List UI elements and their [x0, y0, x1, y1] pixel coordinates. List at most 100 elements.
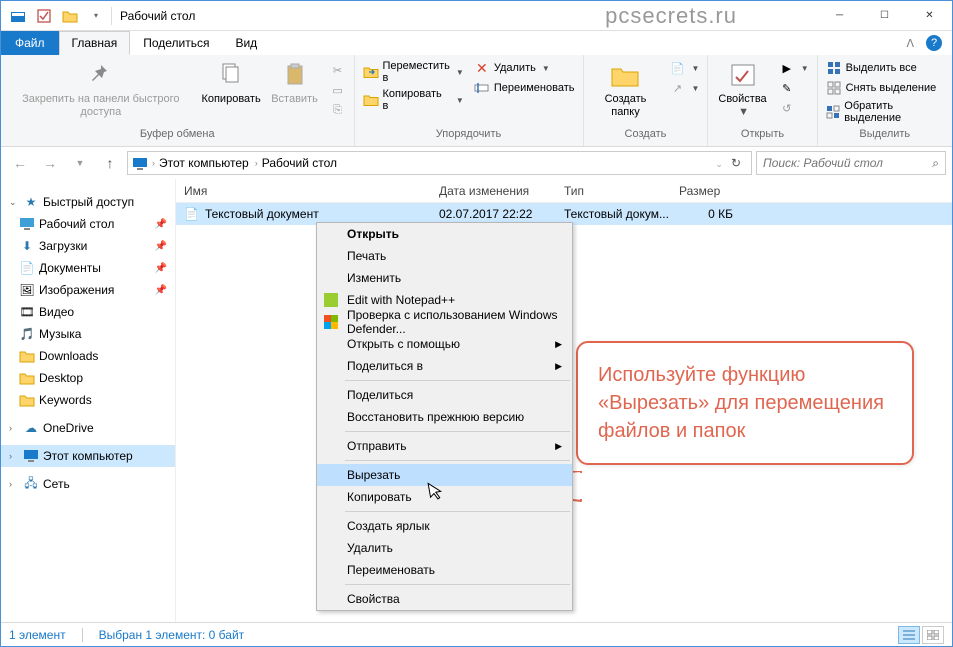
col-type[interactable]: Тип [556, 184, 671, 198]
file-type: Текстовый докум... [556, 207, 671, 221]
invert-selection-button[interactable]: Обратить выделение [824, 99, 946, 125]
nav-this-pc[interactable]: ›Этот компьютер [1, 445, 175, 467]
ctx-edit[interactable]: Изменить [317, 267, 572, 289]
pin-icon: 📌 [155, 263, 167, 274]
copy-path-small-button[interactable]: ▭ [328, 81, 348, 99]
callout-box: Используйте функцию «Вырезать» для перем… [576, 341, 914, 465]
edit-button[interactable]: ✎ [777, 79, 811, 97]
ctx-print[interactable]: Печать [317, 245, 572, 267]
notepadpp-icon [323, 292, 339, 308]
pin-icon: 📌 [155, 241, 167, 252]
group-open-label: Открыть [714, 128, 810, 144]
status-item-count: 1 элемент [9, 628, 66, 642]
easy-access-button[interactable]: ↗▼ [667, 79, 701, 97]
ctx-send-to[interactable]: Отправить▶ [317, 435, 572, 457]
ctx-share-with[interactable]: Поделиться в▶ [317, 355, 572, 377]
context-menu: Открыть Печать Изменить Edit with Notepa… [316, 222, 573, 611]
nav-quick-access[interactable]: ⌄★Быстрый доступ [1, 191, 175, 213]
qat-properties-icon[interactable] [33, 5, 55, 27]
up-button[interactable]: ↑ [97, 150, 123, 176]
group-select-label: Выделить [824, 128, 946, 144]
pin-to-quick-access-button[interactable]: Закрепить на панели быстрого доступа [7, 57, 195, 121]
nav-desktop-folder[interactable]: Desktop [1, 367, 175, 389]
delete-button[interactable]: ✕Удалить▼ [472, 59, 577, 77]
ctx-defender[interactable]: Проверка с использованием Windows Defend… [317, 311, 572, 333]
copy-button[interactable]: Копировать [201, 57, 262, 108]
ctx-restore[interactable]: Восстановить прежнюю версию [317, 406, 572, 428]
paste-button[interactable]: Вставить [268, 57, 322, 108]
close-button[interactable]: ✕ [907, 1, 952, 31]
ctx-properties[interactable]: Свойства [317, 588, 572, 610]
ctx-open[interactable]: Открыть [317, 223, 572, 245]
navigation-pane: ⌄★Быстрый доступ Рабочий стол📌 ⬇Загрузки… [1, 179, 176, 624]
ctx-open-with[interactable]: Открыть с помощью▶ [317, 333, 572, 355]
txt-file-icon: 📄 [184, 207, 199, 221]
maximize-button[interactable]: ☐ [862, 1, 907, 31]
copy-to-button[interactable]: Копировать в▼ [361, 87, 466, 113]
search-input[interactable] [763, 156, 932, 170]
file-date: 02.07.2017 22:22 [431, 207, 556, 221]
recent-locations-button[interactable]: ▼ [67, 150, 93, 176]
nav-desktop[interactable]: Рабочий стол📌 [1, 213, 175, 235]
column-headers[interactable]: Имя Дата изменения Тип Размер [176, 179, 952, 203]
tab-share[interactable]: Поделиться [130, 31, 222, 55]
select-none-button[interactable]: Снять выделение [824, 79, 946, 97]
new-item-button[interactable]: 📄▼ [667, 59, 701, 77]
nav-onedrive[interactable]: ›☁OneDrive [1, 417, 175, 439]
col-size[interactable]: Размер [671, 184, 751, 198]
refresh-button[interactable]: ⌄↻ [709, 156, 747, 170]
view-details-button[interactable] [898, 626, 920, 644]
open-button[interactable]: ▶▼ [777, 59, 811, 77]
pin-icon: 📌 [155, 219, 167, 230]
nav-music[interactable]: 🎵Музыка [1, 323, 175, 345]
watermark: pcsecrets.ru [605, 3, 737, 29]
tab-view[interactable]: Вид [222, 31, 270, 55]
nav-documents[interactable]: 📄Документы📌 [1, 257, 175, 279]
view-icons-button[interactable] [922, 626, 944, 644]
minimize-button[interactable]: ─ [817, 1, 862, 31]
nav-pictures[interactable]: 🖼Изображения📌 [1, 279, 175, 301]
window-title: Рабочий стол [120, 9, 605, 23]
nav-keywords-folder[interactable]: Keywords [1, 389, 175, 411]
status-selection: Выбран 1 элемент: 0 байт [99, 628, 245, 642]
tab-home[interactable]: Главная [59, 31, 131, 55]
tab-file[interactable]: Файл [1, 31, 59, 55]
nav-downloads-folder[interactable]: Downloads [1, 345, 175, 367]
rename-button[interactable]: Переименовать [472, 79, 577, 97]
nav-downloads[interactable]: ⬇Загрузки📌 [1, 235, 175, 257]
file-name: Текстовый документ [205, 207, 319, 221]
ctx-rename[interactable]: Переименовать [317, 559, 572, 581]
move-to-button[interactable]: Переместить в▼ [361, 59, 466, 85]
app-icon [7, 5, 29, 27]
address-bar-row: ← → ▼ ↑ › Этот компьютер› Рабочий стол ⌄… [1, 147, 952, 179]
qat-dropdown-icon[interactable]: ▾ [85, 5, 107, 27]
ctx-delete[interactable]: Удалить [317, 537, 572, 559]
nav-videos[interactable]: 🎞Видео [1, 301, 175, 323]
window-controls: ─ ☐ ✕ [817, 1, 952, 31]
help-icon[interactable]: ? [926, 35, 942, 51]
select-all-button[interactable]: Выделить все [824, 59, 946, 77]
ctx-share[interactable]: Поделиться [317, 384, 572, 406]
cut-small-button[interactable]: ✂ [328, 61, 348, 79]
group-organize-label: Упорядочить [361, 128, 577, 144]
search-box[interactable]: ⌕ [756, 151, 946, 175]
crumb-thispc[interactable]: Этот компьютер› [159, 156, 258, 170]
group-clipboard-label: Буфер обмена [7, 128, 348, 144]
ctx-cut[interactable]: Вырезать [317, 464, 572, 486]
group-new-label: Создать [590, 128, 702, 144]
new-folder-button[interactable]: Создать папку [590, 57, 662, 121]
ctx-shortcut[interactable]: Создать ярлык [317, 515, 572, 537]
paste-shortcut-small-button[interactable]: ⎘ [328, 101, 348, 119]
nav-network[interactable]: ›🖧Сеть [1, 473, 175, 495]
forward-button[interactable]: → [37, 150, 63, 176]
back-button[interactable]: ← [7, 150, 33, 176]
ribbon-tabs: Файл Главная Поделиться Вид ᐱ ? [1, 31, 952, 55]
col-date[interactable]: Дата изменения [431, 184, 556, 198]
col-name[interactable]: Имя [176, 184, 431, 198]
folder-icon[interactable] [59, 5, 81, 27]
crumb-desktop[interactable]: Рабочий стол [262, 156, 337, 170]
properties-button[interactable]: Свойства▼ [714, 57, 770, 121]
address-bar[interactable]: › Этот компьютер› Рабочий стол ⌄↻ [127, 151, 752, 175]
history-button[interactable]: ↺ [777, 99, 811, 117]
collapse-ribbon-icon[interactable]: ᐱ [906, 37, 914, 50]
